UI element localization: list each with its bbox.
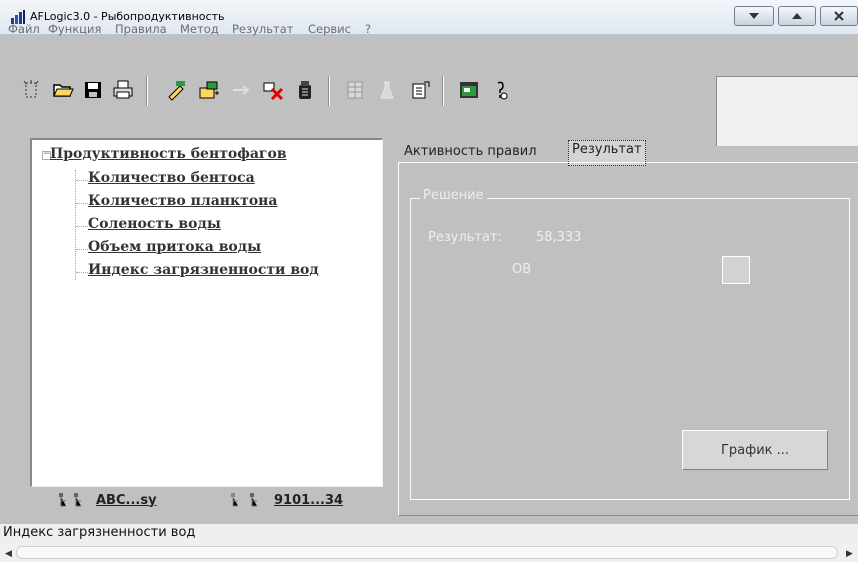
save-icon (85, 82, 101, 98)
tree-connector (76, 203, 88, 204)
toolbar-help[interactable] (488, 77, 514, 103)
scroll-left-icon[interactable]: ◀ (5, 549, 12, 559)
status-text: Индекс загрязненности вод (3, 525, 196, 540)
tree-view[interactable]: − Продуктивность бентофагов Количество б… (30, 138, 383, 487)
table-icon (347, 81, 363, 99)
toolbar-separator (442, 76, 444, 106)
new-icon (23, 80, 39, 98)
menu-function[interactable]: Функция (48, 22, 101, 36)
toolbar (16, 74, 706, 118)
tree-connector (76, 180, 88, 181)
toolbar-separator (146, 76, 148, 106)
menu-method[interactable]: Метод (180, 22, 219, 36)
result-label: Результат: (428, 230, 502, 245)
edit-icon (168, 81, 185, 101)
help-icon (497, 81, 508, 100)
toolbar-edit[interactable] (164, 77, 190, 103)
tree-item[interactable]: Количество бентоса (88, 170, 255, 186)
toolbar-calculate[interactable] (292, 77, 318, 103)
status-bar: Индекс загрязненности вод (0, 524, 858, 544)
print-icon (113, 80, 133, 99)
solution-title: Решение (420, 188, 487, 203)
tree-item[interactable]: Соленость воды (88, 216, 221, 232)
toolbar-open[interactable] (50, 77, 76, 103)
toolbar-print[interactable] (110, 77, 136, 103)
toolbar-separator (328, 76, 330, 106)
calculate-icon (299, 81, 311, 99)
window-icon (460, 82, 478, 98)
tree-item[interactable]: Объем притока воды (88, 239, 261, 255)
result-value: 58,333 (536, 230, 582, 245)
add-rule-icon (199, 81, 219, 99)
open-folder-icon (53, 84, 74, 97)
ob-checkbox[interactable] (722, 256, 750, 284)
export-icon (412, 81, 430, 99)
tree-connector (75, 170, 76, 280)
menu-bar: Файл Функция Правила Метод Результат Сер… (0, 20, 858, 38)
scroll-right-icon[interactable]: ▶ (846, 549, 853, 559)
menu-file[interactable]: Файл (8, 22, 40, 36)
bottom-tab-numbers[interactable]: 9101...34 (230, 486, 343, 514)
toolbar-window[interactable] (456, 77, 482, 103)
tree-list-icon (231, 493, 257, 507)
bottom-tab-label: 9101...34 (274, 492, 344, 508)
delete-icon (263, 82, 284, 101)
bottom-tab-names[interactable]: ABC...sy (58, 486, 157, 514)
menu-service[interactable]: Сервис (308, 22, 351, 36)
flask-icon (380, 81, 394, 99)
tree-connector (76, 249, 88, 250)
tree-item[interactable]: Количество планктона (88, 193, 278, 209)
menu-rules[interactable]: Правила (115, 22, 167, 36)
scroll-thumb[interactable] (16, 546, 838, 559)
toolbar-next[interactable] (228, 77, 254, 103)
tree-item[interactable]: Индекс загрязненности вод (88, 262, 319, 278)
toolbar-add-rule[interactable] (196, 77, 222, 103)
tree-connector (76, 226, 88, 227)
tree-root[interactable]: Продуктивность бентофагов (50, 146, 287, 162)
toolbar-save[interactable] (80, 77, 106, 103)
tree-list-icon (59, 493, 81, 507)
menu-help[interactable]: ? (365, 22, 371, 36)
bottom-tab-label: ABC...sy (96, 492, 157, 508)
toolbar-delete[interactable] (260, 77, 286, 103)
toolbar-new[interactable] (18, 77, 44, 103)
horizontal-scrollbar[interactable]: ◀ ▶ (0, 544, 858, 562)
toolbar-export[interactable] (408, 77, 434, 103)
graph-button[interactable]: График ... (682, 430, 828, 470)
toolbar-table[interactable] (342, 77, 368, 103)
menu-result[interactable]: Результат (232, 22, 294, 36)
tree-connector (76, 272, 88, 273)
info-panel (716, 76, 858, 146)
ob-label: OB (512, 262, 532, 277)
toolbar-flask[interactable] (374, 77, 400, 103)
arrow-icon (233, 85, 250, 95)
